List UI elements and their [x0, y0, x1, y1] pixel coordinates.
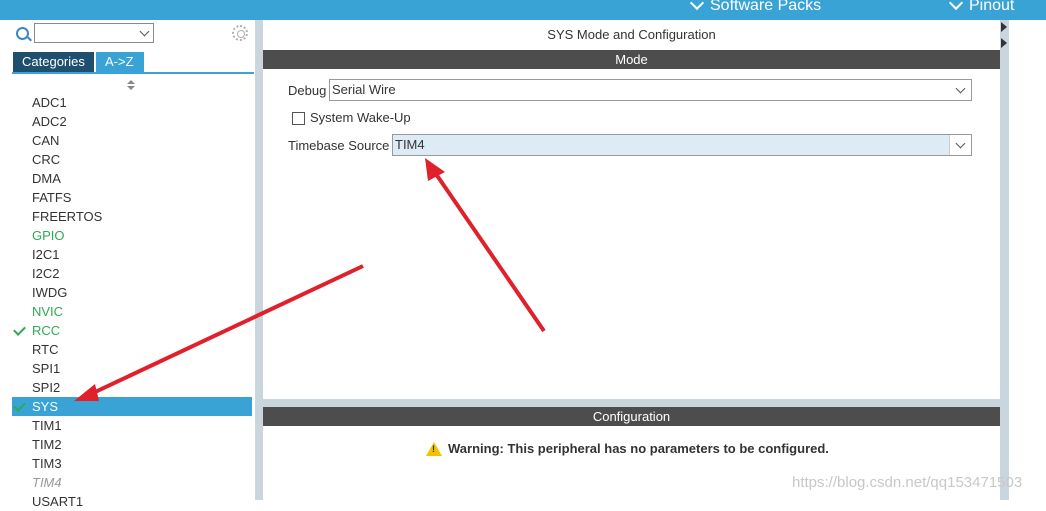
mode-section-header: Mode	[263, 50, 1000, 69]
software-packs-label: Software Packs	[710, 0, 822, 14]
sidebar-item-label: TIM2	[32, 437, 62, 452]
configuration-section-header: Configuration	[263, 407, 1000, 426]
sidebar-item-gpio[interactable]: GPIO	[12, 226, 252, 245]
sidebar-item-rtc[interactable]: RTC	[12, 340, 252, 359]
chevron-down-icon	[139, 26, 150, 37]
panel-title: SYS Mode and Configuration	[547, 27, 716, 42]
collapse-arrow-icon[interactable]	[1001, 38, 1007, 48]
sidebar-item-label: I2C2	[32, 266, 60, 281]
chevron-down-icon	[948, 0, 964, 11]
warning-icon	[426, 441, 442, 456]
tab-underline	[12, 72, 254, 74]
sidebar-item-label: CRC	[32, 152, 61, 167]
timebase-source-label: Timebase Source	[288, 138, 390, 153]
sidebar-item-tim3[interactable]: TIM3	[12, 454, 252, 473]
sidebar-item-tim1[interactable]: TIM1	[12, 416, 252, 435]
chevron-down-icon	[689, 0, 705, 11]
sidebar-item-label: FATFS	[32, 190, 72, 205]
panel-splitter[interactable]	[255, 20, 263, 500]
sidebar-item-label: USART1	[32, 494, 84, 509]
sidebar-item-label: I2C1	[32, 247, 60, 262]
sidebar-item-usart1[interactable]: USART1	[12, 492, 252, 511]
sidebar-item-label: DMA	[32, 171, 61, 186]
sidebar-item-label: IWDG	[32, 285, 68, 300]
sidebar-item-label: SPI1	[32, 361, 61, 376]
sidebar-item-adc1[interactable]: ADC1	[12, 93, 252, 112]
debug-select[interactable]: Serial Wire	[329, 79, 972, 101]
sidebar-item-label: ADC1	[32, 95, 67, 110]
sidebar-item-rcc[interactable]: RCC	[12, 321, 252, 340]
sidebar-item-spi1[interactable]: SPI1	[12, 359, 252, 378]
gear-icon[interactable]	[232, 25, 248, 41]
sidebar-item-label: TIM4	[32, 475, 62, 490]
sidebar-item-label: TIM3	[32, 456, 62, 471]
sidebar-item-nvic[interactable]: NVIC	[12, 302, 252, 321]
top-menu-bar: Software Packs Pinout	[0, 0, 1046, 20]
sidebar-item-fatfs[interactable]: FATFS	[12, 188, 252, 207]
timebase-source-select[interactable]: TIM4	[392, 134, 972, 156]
warning-text: Warning: This peripheral has no paramete…	[448, 441, 829, 456]
tab-a-z[interactable]: A->Z	[96, 52, 144, 72]
pinout-label: Pinout	[969, 0, 1015, 14]
search-input[interactable]	[34, 23, 154, 43]
search-icon[interactable]	[16, 27, 29, 40]
sidebar-item-freertos[interactable]: FREERTOS	[12, 207, 252, 226]
check-icon	[13, 323, 26, 336]
sidebar-item-label: CAN	[32, 133, 60, 148]
sidebar-item-iwdg[interactable]: IWDG	[12, 283, 252, 302]
sidebar-item-label: SYS	[32, 399, 59, 414]
sidebar-item-crc[interactable]: CRC	[12, 150, 252, 169]
sidebar-item-i2c1[interactable]: I2C1	[12, 245, 252, 264]
right-splitter[interactable]	[1000, 20, 1009, 500]
sidebar-item-label: ADC2	[32, 114, 67, 129]
sidebar-item-label: GPIO	[32, 228, 65, 243]
sidebar-item-i2c2[interactable]: I2C2	[12, 264, 252, 283]
debug-value: Serial Wire	[332, 82, 396, 97]
system-wakeup-checkbox[interactable]	[292, 112, 305, 125]
peripheral-list: ADC1 ADC2 CAN CRC DMA FATFS FREERTOS GPIO I2C1 I2…	[12, 93, 252, 511]
chevron-down-icon	[955, 83, 966, 94]
pinout-menu[interactable]: Pinout	[948, 0, 1015, 15]
peripheral-panel: Categories A->Z ADC1 ADC2 CAN CRC DMA FATFS FR…	[0, 20, 258, 509]
sidebar-item-label: FREERTOS	[32, 209, 103, 224]
sidebar-item-tim2[interactable]: TIM2	[12, 435, 252, 454]
sidebar-item-label: TIM1	[32, 418, 62, 433]
warning-message: Warning: This peripheral has no paramete…	[426, 441, 829, 456]
system-wakeup-label: System Wake-Up	[310, 110, 411, 125]
sidebar-item-spi2[interactable]: SPI2	[12, 378, 252, 397]
sys-config-panel: SYS Mode and Configuration Mode Debug Se…	[263, 20, 1000, 500]
tab-categories[interactable]: Categories	[13, 52, 94, 72]
sidebar-item-dma[interactable]: DMA	[12, 169, 252, 188]
sidebar-item-label: NVIC	[32, 304, 64, 319]
mode-section: Debug Serial Wire System Wake-Up Timebas…	[263, 69, 1000, 399]
sidebar-item-sys[interactable]: SYS	[12, 397, 252, 416]
sidebar-item-label: RCC	[32, 323, 61, 338]
sidebar-item-adc2[interactable]: ADC2	[12, 112, 252, 131]
software-packs-menu[interactable]: Software Packs	[689, 0, 822, 15]
timebase-source-value: TIM4	[395, 137, 425, 152]
sidebar-item-label: SPI2	[32, 380, 61, 395]
sidebar-item-can[interactable]: CAN	[12, 131, 252, 150]
debug-label: Debug	[288, 83, 327, 98]
sidebar-item-label: RTC	[32, 342, 59, 357]
check-icon	[13, 399, 26, 412]
collapse-arrow-icon[interactable]	[1001, 22, 1007, 32]
right-edge	[1000, 20, 1046, 500]
sidebar-item-tim4[interactable]: TIM4	[12, 473, 252, 492]
section-splitter[interactable]	[263, 399, 1000, 407]
watermark-text: https://blog.csdn.net/qq153471503	[792, 474, 1023, 491]
